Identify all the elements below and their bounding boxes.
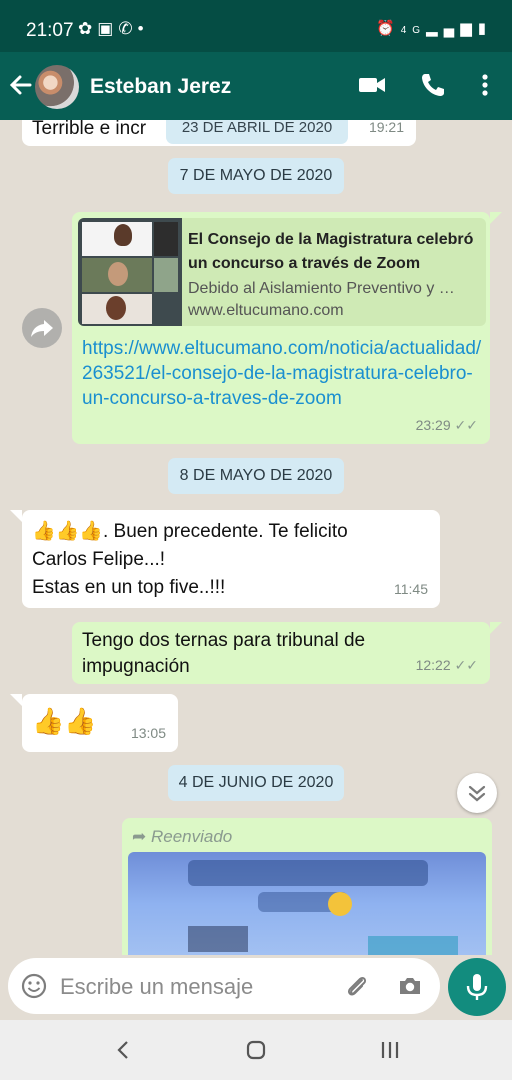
attach-icon[interactable] — [342, 972, 370, 1005]
message-incoming[interactable]: 👍👍👍. Buen precedente. Te felicito Carlos… — [22, 510, 440, 608]
message-text: Tengo dos ternas para tribunal de impugn… — [82, 628, 365, 680]
message-time: 19:21 — [368, 120, 404, 135]
microphone-button[interactable] — [448, 958, 506, 1016]
forwarded-message[interactable]: ➦ Reenviado — [122, 818, 492, 955]
thumbs-up-emojis: 👍👍 — [32, 706, 97, 736]
more-notifications-icon: • — [137, 19, 149, 38]
preview-site: www.eltucumano.com — [188, 302, 344, 319]
status-bar: 21:07 ✿▣✆• ⏰4G▂▄▆▮ — [0, 0, 512, 52]
video-call-icon[interactable] — [357, 70, 387, 100]
avatar[interactable] — [35, 65, 79, 109]
battery-icon: ▮ — [477, 20, 492, 37]
camera-icon[interactable] — [396, 972, 424, 1005]
chevron-down-icon — [468, 785, 486, 802]
forward-button[interactable] — [22, 308, 62, 348]
message-link[interactable]: https://www.eltucumano.com/noticia/actua… — [82, 336, 482, 411]
notification-icons: ✿▣✆• — [78, 19, 149, 39]
thumbs-up-emojis: 👍👍👍 — [32, 521, 103, 542]
double-check-icon: ✓✓ — [454, 417, 478, 433]
alarm-icon: ⏰ — [376, 20, 401, 37]
message-time: 23:29 — [415, 417, 451, 433]
link-preview[interactable]: El Consejo de la Magistratura celebró un… — [78, 218, 486, 326]
gallery-icon: ▣ — [97, 19, 119, 38]
forwarded-label-group: ➦ Reenviado — [132, 824, 232, 850]
message-outgoing[interactable]: Tengo dos ternas para tribunal de impugn… — [72, 622, 490, 684]
microphone-icon — [466, 974, 488, 1000]
preview-thumbnail — [78, 218, 182, 326]
forwarded-image[interactable] — [128, 852, 486, 955]
message-line: Estas en un top five..!!! — [32, 577, 226, 598]
date-chip: 7 DE MAYO DE 2020 — [168, 158, 344, 194]
link-message[interactable]: El Consejo de la Magistratura celebró un… — [72, 212, 490, 444]
message-time: 11:45 — [394, 581, 428, 597]
whatsapp-icon: ✆ — [118, 19, 138, 38]
scroll-to-bottom-button[interactable] — [457, 773, 497, 813]
message-line: Tengo dos ternas para tribunal de — [82, 630, 366, 651]
message-line: Carlos Felipe...! — [32, 549, 166, 570]
forwarded-icon: ➦ — [132, 827, 147, 846]
system-nav-bar — [0, 1020, 512, 1080]
bubble-tail — [10, 510, 22, 522]
phone-call-icon[interactable] — [418, 70, 448, 100]
network-label: 4G — [400, 25, 427, 36]
input-bar: Escribe un mensaje — [0, 955, 512, 1020]
more-options-icon[interactable] — [470, 70, 500, 100]
date-chip: 23 DE ABRIL DE 2020 — [166, 120, 348, 144]
back-arrow-icon[interactable] — [8, 70, 34, 100]
nav-back-icon[interactable] — [112, 1038, 136, 1067]
bubble-tail — [10, 694, 22, 706]
signal-icon: ▂▄▆ — [426, 20, 478, 37]
message-time-group: 12:22 ✓✓ — [416, 652, 478, 678]
date-chip: 4 DE JUNIO DE 2020 — [168, 765, 344, 801]
double-check-icon: ✓✓ — [454, 657, 478, 673]
message-incoming[interactable]: 👍👍 13:05 — [22, 694, 178, 752]
nav-recents-icon[interactable] — [378, 1038, 402, 1067]
date-chip: 8 DE MAYO DE 2020 — [168, 458, 344, 494]
message-time-group: 23:29 ✓✓ — [416, 412, 478, 438]
chat-area[interactable]: Terrible e incr 19:21 23 DE ABRIL DE 202… — [0, 120, 512, 955]
message-time: 12:22 — [415, 657, 451, 673]
nav-home-icon[interactable] — [244, 1038, 268, 1067]
message-placeholder: Escribe un mensaje — [60, 974, 254, 999]
bubble-tail — [490, 212, 502, 224]
message-input[interactable]: Escribe un mensaje — [8, 958, 440, 1014]
status-time: 21:07 — [26, 20, 74, 41]
message-line: . Buen precedente. Te felicito — [102, 521, 348, 542]
message-text: Terrible e incr — [32, 120, 147, 139]
message-line: impugnación — [82, 656, 190, 677]
forwarded-label: Reenviado — [150, 827, 233, 846]
system-icons: ⏰4G▂▄▆▮ — [376, 19, 492, 37]
message-time: 13:05 — [130, 725, 166, 741]
bubble-tail — [490, 622, 502, 634]
preview-title: El Consejo de la Magistratura celebró un… — [188, 231, 474, 272]
chat-header: Esteban Jerez — [0, 52, 512, 120]
emoji-icon[interactable] — [20, 972, 48, 1005]
notification-icon: ✿ — [78, 19, 98, 38]
message-text: 👍👍👍. Buen precedente. Te felicito Carlos… — [32, 518, 348, 602]
contact-name[interactable]: Esteban Jerez — [90, 75, 231, 99]
